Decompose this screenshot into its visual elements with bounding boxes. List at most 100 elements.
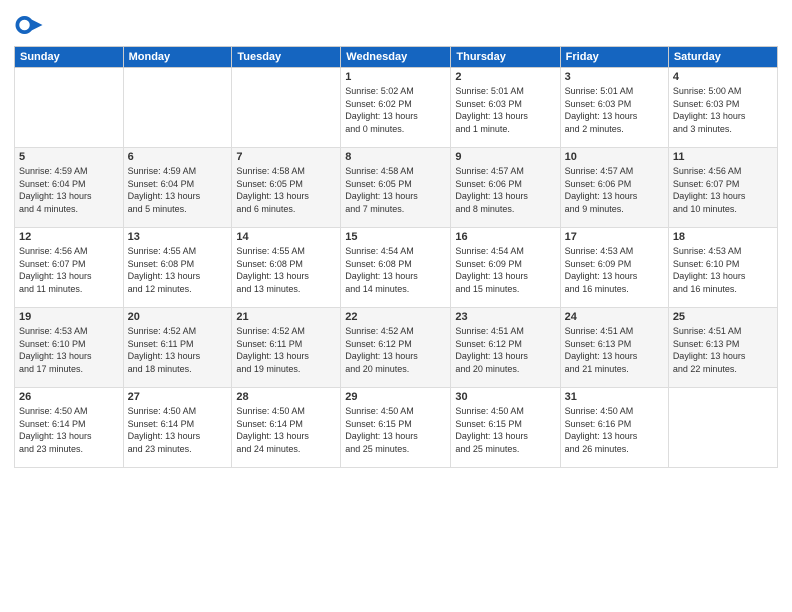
calendar-day-cell: 19 Sunrise: 4:53 AM Sunset: 6:10 PM Dayli…	[15, 308, 124, 388]
day-number: 21	[236, 311, 336, 323]
calendar-day-cell: 4 Sunrise: 5:00 AM Sunset: 6:03 PM Daylig…	[668, 68, 777, 148]
day-number: 9	[455, 151, 555, 163]
calendar-empty-cell	[123, 68, 232, 148]
calendar-day-cell: 6 Sunrise: 4:59 AM Sunset: 6:04 PM Daylig…	[123, 148, 232, 228]
day-number: 18	[673, 231, 773, 243]
weekday-header-monday: Monday	[123, 47, 232, 68]
calendar-day-cell: 20Sunrise: 4:52 AM Sunset: 6:11 PM Dayli…	[123, 308, 232, 388]
day-info: Sunrise: 4:54 AM Sunset: 6:09 PM Dayligh…	[455, 245, 555, 295]
day-info: Sunrise: 4:56 AM Sunset: 6:07 PM Dayligh…	[673, 165, 773, 215]
header	[14, 10, 778, 40]
calendar-day-cell: 11 Sunrise: 4:56 AM Sunset: 6:07 PM Dayli…	[668, 148, 777, 228]
calendar-day-cell: 28Sunrise: 4:50 AM Sunset: 6:14 PM Dayli…	[232, 388, 341, 468]
day-info: Sunrise: 4:55 AM Sunset: 6:08 PM Dayligh…	[128, 245, 228, 295]
day-number: 4	[673, 71, 773, 83]
day-info: Sunrise: 4:50 AM Sunset: 6:14 PM Dayligh…	[128, 405, 228, 455]
day-info: Sunrise: 4:52 AM Sunset: 6:12 PM Dayligh…	[345, 325, 446, 375]
calendar-day-cell: 9 Sunrise: 4:57 AM Sunset: 6:06 PM Daylig…	[451, 148, 560, 228]
day-info: Sunrise: 5:02 AM Sunset: 6:02 PM Dayligh…	[345, 85, 446, 135]
day-info: Sunrise: 4:52 AM Sunset: 6:11 PM Dayligh…	[236, 325, 336, 375]
calendar-empty-cell	[15, 68, 124, 148]
calendar-day-cell: 5 Sunrise: 4:59 AM Sunset: 6:04 PM Daylig…	[15, 148, 124, 228]
calendar-day-cell: 17 Sunrise: 4:53 AM Sunset: 6:09 PM Dayli…	[560, 228, 668, 308]
day-number: 11	[673, 151, 773, 163]
weekday-header-wednesday: Wednesday	[341, 47, 451, 68]
day-info: Sunrise: 4:51 AM Sunset: 6:13 PM Dayligh…	[565, 325, 664, 375]
weekday-header-sunday: Sunday	[15, 47, 124, 68]
calendar-day-cell: 21 Sunrise: 4:52 AM Sunset: 6:11 PM Dayli…	[232, 308, 341, 388]
calendar-day-cell: 13Sunrise: 4:55 AM Sunset: 6:08 PM Dayli…	[123, 228, 232, 308]
weekday-header-thursday: Thursday	[451, 47, 560, 68]
logo-icon	[14, 10, 44, 40]
day-info: Sunrise: 4:55 AM Sunset: 6:08 PM Dayligh…	[236, 245, 336, 295]
day-number: 25	[673, 311, 773, 323]
day-info: Sunrise: 4:50 AM Sunset: 6:16 PM Dayligh…	[565, 405, 664, 455]
day-info: Sunrise: 4:53 AM Sunset: 6:09 PM Dayligh…	[565, 245, 664, 295]
day-number: 8	[345, 151, 446, 163]
day-number: 14	[236, 231, 336, 243]
weekday-header-row: SundayMondayTuesdayWednesdayThursdayFrid…	[15, 47, 778, 68]
calendar-day-cell: 3Sunrise: 5:01 AM Sunset: 6:03 PM Daylig…	[560, 68, 668, 148]
day-number: 31	[565, 391, 664, 403]
calendar-day-cell: 14 Sunrise: 4:55 AM Sunset: 6:08 PM Dayli…	[232, 228, 341, 308]
day-info: Sunrise: 5:00 AM Sunset: 6:03 PM Dayligh…	[673, 85, 773, 135]
day-number: 3	[565, 71, 664, 83]
day-info: Sunrise: 4:58 AM Sunset: 6:05 PM Dayligh…	[236, 165, 336, 215]
weekday-header-friday: Friday	[560, 47, 668, 68]
calendar-empty-cell	[668, 388, 777, 468]
calendar-week-row: 5 Sunrise: 4:59 AM Sunset: 6:04 PM Daylig…	[15, 148, 778, 228]
day-info: Sunrise: 4:53 AM Sunset: 6:10 PM Dayligh…	[673, 245, 773, 295]
day-info: Sunrise: 4:52 AM Sunset: 6:11 PM Dayligh…	[128, 325, 228, 375]
calendar-week-row: 12 Sunrise: 4:56 AM Sunset: 6:07 PM Dayli…	[15, 228, 778, 308]
day-info: Sunrise: 4:51 AM Sunset: 6:13 PM Dayligh…	[673, 325, 773, 375]
day-info: Sunrise: 4:56 AM Sunset: 6:07 PM Dayligh…	[19, 245, 119, 295]
calendar-day-cell: 12 Sunrise: 4:56 AM Sunset: 6:07 PM Dayli…	[15, 228, 124, 308]
calendar-table: SundayMondayTuesdayWednesdayThursdayFrid…	[14, 46, 778, 468]
day-number: 1	[345, 71, 446, 83]
day-number: 19	[19, 311, 119, 323]
calendar-day-cell: 1 Sunrise: 5:02 AM Sunset: 6:02 PM Daylig…	[341, 68, 451, 148]
calendar-day-cell: 16 Sunrise: 4:54 AM Sunset: 6:09 PM Dayli…	[451, 228, 560, 308]
calendar-day-cell: 10Sunrise: 4:57 AM Sunset: 6:06 PM Dayli…	[560, 148, 668, 228]
day-info: Sunrise: 4:59 AM Sunset: 6:04 PM Dayligh…	[128, 165, 228, 215]
day-info: Sunrise: 4:53 AM Sunset: 6:10 PM Dayligh…	[19, 325, 119, 375]
day-number: 23	[455, 311, 555, 323]
weekday-header-tuesday: Tuesday	[232, 47, 341, 68]
calendar-day-cell: 7 Sunrise: 4:58 AM Sunset: 6:05 PM Daylig…	[232, 148, 341, 228]
day-number: 15	[345, 231, 446, 243]
day-number: 17	[565, 231, 664, 243]
day-info: Sunrise: 4:57 AM Sunset: 6:06 PM Dayligh…	[455, 165, 555, 215]
day-number: 2	[455, 71, 555, 83]
day-info: Sunrise: 5:01 AM Sunset: 6:03 PM Dayligh…	[455, 85, 555, 135]
day-number: 29	[345, 391, 446, 403]
day-info: Sunrise: 4:54 AM Sunset: 6:08 PM Dayligh…	[345, 245, 446, 295]
calendar-day-cell: 2 Sunrise: 5:01 AM Sunset: 6:03 PM Daylig…	[451, 68, 560, 148]
day-number: 5	[19, 151, 119, 163]
day-number: 26	[19, 391, 119, 403]
day-number: 12	[19, 231, 119, 243]
day-info: Sunrise: 4:50 AM Sunset: 6:15 PM Dayligh…	[345, 405, 446, 455]
day-number: 22	[345, 311, 446, 323]
day-number: 10	[565, 151, 664, 163]
day-number: 6	[128, 151, 228, 163]
day-info: Sunrise: 4:59 AM Sunset: 6:04 PM Dayligh…	[19, 165, 119, 215]
day-number: 30	[455, 391, 555, 403]
day-number: 7	[236, 151, 336, 163]
calendar-week-row: 19 Sunrise: 4:53 AM Sunset: 6:10 PM Dayli…	[15, 308, 778, 388]
calendar-empty-cell	[232, 68, 341, 148]
calendar-day-cell: 29 Sunrise: 4:50 AM Sunset: 6:15 PM Dayli…	[341, 388, 451, 468]
calendar-day-cell: 30 Sunrise: 4:50 AM Sunset: 6:15 PM Dayli…	[451, 388, 560, 468]
calendar-week-row: 1 Sunrise: 5:02 AM Sunset: 6:02 PM Daylig…	[15, 68, 778, 148]
calendar-day-cell: 15 Sunrise: 4:54 AM Sunset: 6:08 PM Dayli…	[341, 228, 451, 308]
calendar-day-cell: 24Sunrise: 4:51 AM Sunset: 6:13 PM Dayli…	[560, 308, 668, 388]
day-info: Sunrise: 4:50 AM Sunset: 6:15 PM Dayligh…	[455, 405, 555, 455]
calendar-day-cell: 22 Sunrise: 4:52 AM Sunset: 6:12 PM Dayli…	[341, 308, 451, 388]
day-number: 27	[128, 391, 228, 403]
calendar-day-cell: 8 Sunrise: 4:58 AM Sunset: 6:05 PM Daylig…	[341, 148, 451, 228]
calendar-week-row: 26 Sunrise: 4:50 AM Sunset: 6:14 PM Dayli…	[15, 388, 778, 468]
day-number: 16	[455, 231, 555, 243]
day-info: Sunrise: 4:50 AM Sunset: 6:14 PM Dayligh…	[19, 405, 119, 455]
day-number: 28	[236, 391, 336, 403]
calendar-day-cell: 31 Sunrise: 4:50 AM Sunset: 6:16 PM Dayli…	[560, 388, 668, 468]
day-info: Sunrise: 4:58 AM Sunset: 6:05 PM Dayligh…	[345, 165, 446, 215]
